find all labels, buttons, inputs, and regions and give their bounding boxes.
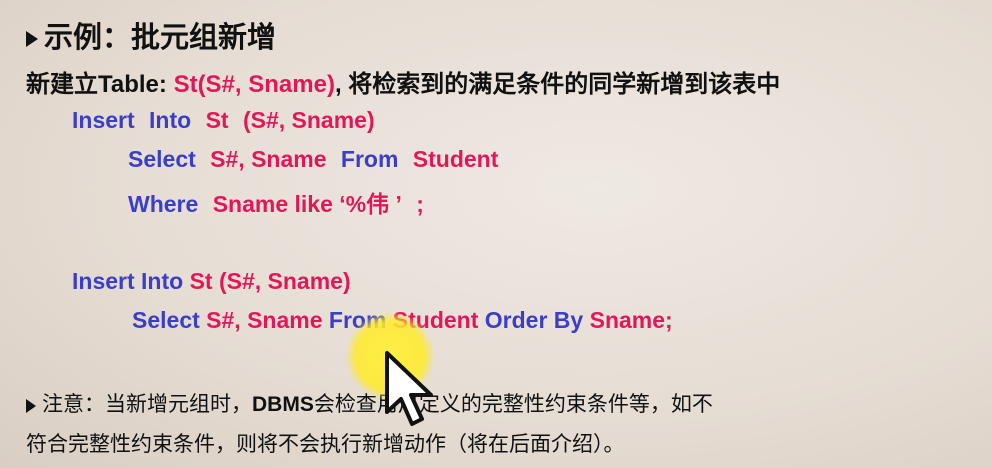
kw-insert-into: Insert Into bbox=[72, 268, 184, 294]
subtitle-table: St(S#, Sname) bbox=[173, 71, 335, 98]
subtitle: 新建立Table: St(S#, Sname), 将检索到的满足条件的同学新增到… bbox=[26, 64, 780, 99]
code-line-3: Where Sname like ‘%伟 ’ ; bbox=[128, 185, 424, 219]
mouse-pointer-icon bbox=[385, 351, 433, 426]
kw-insert: Insert bbox=[72, 107, 135, 133]
code-line-2: Select S#, Sname From Student bbox=[128, 146, 498, 173]
kw-where: Where bbox=[128, 191, 199, 217]
kw-from: From bbox=[340, 146, 399, 172]
select-columns: S#, Sname bbox=[210, 146, 327, 172]
statement-end: ; bbox=[416, 191, 424, 217]
slide-title: 示例：批元组新增 bbox=[26, 14, 276, 56]
bullet-arrow-icon bbox=[26, 398, 36, 413]
subtitle-suffix: , 将检索到的满足条件的同学新增到该表中 bbox=[334, 71, 781, 98]
table-name: St bbox=[205, 107, 229, 133]
note-dbms: DBMS bbox=[252, 393, 314, 416]
code-line-1: Insert Into St (S#, Sname) bbox=[72, 107, 375, 134]
note-part1: 注意：当新增元组时， bbox=[42, 392, 252, 416]
insert-target: St (S#, Sname) bbox=[189, 268, 351, 294]
slide: 示例：批元组新增 新建立Table: St(S#, Sname), 将检索到的满… bbox=[0, 0, 992, 468]
note-line-2: 符合完整性约束条件，则将不会执行新增动作（将在后面介绍）。 bbox=[26, 432, 625, 456]
bullet-arrow-icon bbox=[26, 31, 38, 48]
column-list: (S#, Sname) bbox=[242, 107, 375, 133]
code-line-4: Insert Into St (S#, Sname) bbox=[72, 268, 351, 295]
source-table: Student bbox=[412, 146, 499, 172]
kw-order-by: Order By bbox=[484, 307, 584, 333]
kw-select: Select bbox=[128, 146, 196, 172]
select-columns-2: S#, Sname bbox=[206, 307, 323, 333]
order-column: Sname; bbox=[589, 307, 673, 333]
kw-into: Into bbox=[149, 107, 192, 133]
kw-select-2: Select bbox=[132, 307, 200, 333]
where-condition: Sname like ‘%伟 ’ bbox=[212, 191, 402, 217]
subtitle-prefix: 新建立Table: bbox=[26, 71, 174, 98]
